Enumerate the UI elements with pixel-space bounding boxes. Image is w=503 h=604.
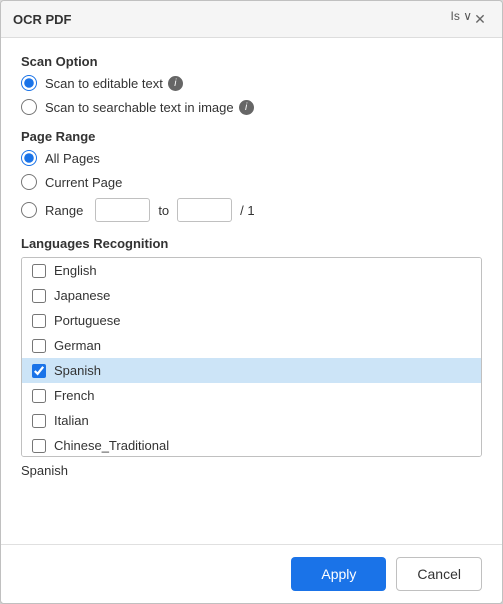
range-to-input[interactable] bbox=[177, 198, 232, 222]
language-italian-checkbox[interactable] bbox=[32, 414, 46, 428]
language-german[interactable]: German bbox=[22, 333, 481, 358]
all-pages-option[interactable]: All Pages bbox=[21, 150, 482, 166]
scan-option-section: Scan Option Scan to editable text i Scan… bbox=[21, 54, 482, 115]
language-english-checkbox[interactable] bbox=[32, 264, 46, 278]
top-badge: Is ∨ bbox=[451, 9, 472, 23]
apply-button[interactable]: Apply bbox=[291, 557, 386, 591]
languages-list: English Japanese Portuguese German bbox=[21, 257, 482, 457]
close-button[interactable]: ✕ bbox=[470, 9, 490, 29]
scan-option-group: Scan to editable text i Scan to searchab… bbox=[21, 75, 482, 115]
language-english[interactable]: English bbox=[22, 258, 481, 283]
language-japanese-label: Japanese bbox=[54, 288, 110, 303]
language-italian[interactable]: Italian bbox=[22, 408, 481, 433]
language-french-checkbox[interactable] bbox=[32, 389, 46, 403]
cancel-button[interactable]: Cancel bbox=[396, 557, 482, 591]
language-portuguese-label: Portuguese bbox=[54, 313, 121, 328]
language-french[interactable]: French bbox=[22, 383, 481, 408]
scan-searchable-info-icon[interactable]: i bbox=[239, 100, 254, 115]
scan-searchable-option[interactable]: Scan to searchable text in image i bbox=[21, 99, 482, 115]
title-bar: OCR PDF Is ∨ ✕ bbox=[1, 1, 502, 38]
language-italian-label: Italian bbox=[54, 413, 89, 428]
all-pages-radio[interactable] bbox=[21, 150, 37, 166]
dialog-title: OCR PDF bbox=[13, 12, 72, 27]
language-spanish-label: Spanish bbox=[54, 363, 101, 378]
language-spanish[interactable]: Spanish bbox=[22, 358, 481, 383]
scan-option-title: Scan Option bbox=[21, 54, 482, 69]
language-chinese-traditional-checkbox[interactable] bbox=[32, 439, 46, 453]
range-row: Range to / 1 bbox=[21, 198, 482, 222]
scan-searchable-label: Scan to searchable text in image i bbox=[45, 100, 254, 115]
current-page-label: Current Page bbox=[45, 175, 122, 190]
current-page-option[interactable]: Current Page bbox=[21, 174, 482, 190]
scan-editable-option[interactable]: Scan to editable text i bbox=[21, 75, 482, 91]
dialog-content: Scan Option Scan to editable text i Scan… bbox=[1, 38, 502, 544]
scan-searchable-radio[interactable] bbox=[21, 99, 37, 115]
language-chinese-traditional-label: Chinese_Traditional bbox=[54, 438, 169, 453]
language-japanese[interactable]: Japanese bbox=[22, 283, 481, 308]
range-radio[interactable] bbox=[21, 202, 37, 218]
current-page-radio[interactable] bbox=[21, 174, 37, 190]
selected-language-display: Spanish bbox=[21, 463, 482, 478]
language-spanish-checkbox[interactable] bbox=[32, 364, 46, 378]
ocr-pdf-dialog: OCR PDF Is ∨ ✕ Scan Option Scan to edita… bbox=[0, 0, 503, 604]
scan-editable-radio[interactable] bbox=[21, 75, 37, 91]
language-japanese-checkbox[interactable] bbox=[32, 289, 46, 303]
page-range-group: All Pages Current Page Range to / 1 bbox=[21, 150, 482, 222]
language-german-label: German bbox=[54, 338, 101, 353]
range-label: Range bbox=[45, 203, 83, 218]
page-range-section: Page Range All Pages Current Page Range bbox=[21, 129, 482, 222]
dialog-footer: Apply Cancel bbox=[1, 544, 502, 603]
language-chinese-traditional[interactable]: Chinese_Traditional bbox=[22, 433, 481, 457]
total-pages: / 1 bbox=[240, 203, 254, 218]
scan-editable-info-icon[interactable]: i bbox=[168, 76, 183, 91]
language-portuguese[interactable]: Portuguese bbox=[22, 308, 481, 333]
scan-editable-label: Scan to editable text i bbox=[45, 76, 183, 91]
range-from-input[interactable] bbox=[95, 198, 150, 222]
languages-title: Languages Recognition bbox=[21, 236, 482, 251]
languages-section: Languages Recognition English Japanese P… bbox=[21, 236, 482, 528]
range-option[interactable]: Range bbox=[21, 202, 83, 218]
language-german-checkbox[interactable] bbox=[32, 339, 46, 353]
all-pages-label: All Pages bbox=[45, 151, 100, 166]
language-portuguese-checkbox[interactable] bbox=[32, 314, 46, 328]
language-french-label: French bbox=[54, 388, 94, 403]
range-separator: to bbox=[158, 203, 169, 218]
page-range-title: Page Range bbox=[21, 129, 482, 144]
language-english-label: English bbox=[54, 263, 97, 278]
